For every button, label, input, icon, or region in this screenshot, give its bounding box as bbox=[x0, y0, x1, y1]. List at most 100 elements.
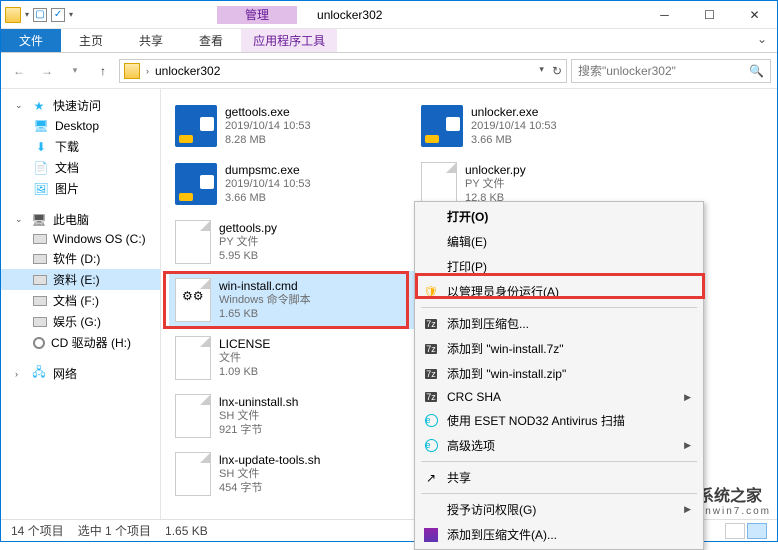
nav-label: 网络 bbox=[53, 365, 77, 382]
menu-separator bbox=[421, 461, 697, 462]
search-icon: 🔍 bbox=[749, 64, 764, 78]
menu-item[interactable]: 打开(O) bbox=[417, 204, 701, 229]
menu-item[interactable]: e使用 ESET NOD32 Antivirus 扫描 bbox=[417, 408, 701, 433]
address-chevron-icon[interactable]: › bbox=[146, 66, 149, 76]
view-details-button[interactable] bbox=[725, 523, 745, 539]
file-tab[interactable]: 文件 bbox=[1, 29, 61, 52]
menu-item-label: 高级选项 bbox=[447, 437, 495, 454]
star-icon: ★ bbox=[31, 98, 47, 114]
address-segment[interactable]: unlocker302 bbox=[155, 64, 220, 78]
file-item[interactable]: LICENSE 文件 1.09 KB bbox=[169, 329, 415, 387]
menu-item-label: 共享 bbox=[447, 469, 471, 486]
ribbon-expand-icon[interactable]: ⌄ bbox=[747, 29, 777, 52]
nav-documents[interactable]: 📄文档 bbox=[1, 157, 160, 178]
cd-icon bbox=[33, 337, 45, 349]
menu-item[interactable]: 7z添加到压缩包... bbox=[417, 311, 701, 336]
menu-item[interactable]: 打印(P) bbox=[417, 254, 701, 279]
address-dropdown-icon[interactable]: ▾ bbox=[539, 64, 544, 78]
expand-icon[interactable]: › bbox=[15, 369, 25, 379]
submenu-arrow-icon: ▶ bbox=[684, 504, 691, 515]
submenu-arrow-icon: ▶ bbox=[684, 440, 691, 451]
sevenzip-icon: 7z bbox=[423, 389, 439, 405]
file-detail: 2019/10/14 10:53 bbox=[225, 119, 311, 133]
tab-home[interactable]: 主页 bbox=[61, 29, 121, 52]
file-name: gettools.exe bbox=[225, 105, 311, 119]
nav-this-pc[interactable]: ⌄ 🖥 此电脑 bbox=[1, 209, 160, 230]
file-name: gettools.py bbox=[219, 221, 277, 235]
menu-item[interactable]: 7z添加到 "win-install.zip" bbox=[417, 361, 701, 386]
nav-label: 快速访问 bbox=[53, 97, 101, 114]
picture-icon: 🖼 bbox=[33, 181, 49, 197]
nav-drive[interactable]: 软件 (D:) bbox=[1, 248, 160, 269]
menu-item[interactable]: ↗共享 bbox=[417, 465, 701, 490]
titlebar: ▾ ▢ ✓ ▾ 管理 unlocker302 ─ ☐ ✕ bbox=[1, 1, 777, 29]
file-item[interactable]: lnx-uninstall.sh SH 文件 921 字节 bbox=[169, 387, 415, 445]
drive-icon bbox=[33, 296, 47, 306]
qat-newfolder-button[interactable]: ✓ bbox=[51, 8, 65, 22]
window-icon[interactable] bbox=[5, 7, 21, 23]
cmd-icon: ⚙⚙ bbox=[175, 278, 211, 322]
status-size: 1.65 KB bbox=[165, 524, 208, 538]
refresh-button[interactable]: ↻ bbox=[552, 64, 562, 78]
file-size: 8.28 MB bbox=[225, 133, 311, 147]
qat-customize-icon[interactable]: ▾ bbox=[69, 10, 73, 19]
close-button[interactable]: ✕ bbox=[732, 1, 777, 29]
view-large-icons-button[interactable] bbox=[747, 523, 767, 539]
expand-icon[interactable]: ⌄ bbox=[15, 214, 25, 225]
nav-drive[interactable]: Windows OS (C:) bbox=[1, 230, 160, 248]
file-icon bbox=[175, 336, 211, 380]
drive-icon bbox=[33, 234, 47, 244]
menu-item[interactable]: 7z添加到 "win-install.7z" bbox=[417, 336, 701, 361]
tab-view[interactable]: 查看 bbox=[181, 29, 241, 52]
maximize-button[interactable]: ☐ bbox=[687, 1, 732, 29]
menu-item[interactable]: 7zCRC SHA▶ bbox=[417, 386, 701, 408]
shield-icon: 🛡 bbox=[423, 284, 439, 300]
navigation-bar: ← → ▾ ↑ › unlocker302 ▾ ↻ 搜索"unlocker302… bbox=[1, 53, 777, 89]
recent-dropdown-icon[interactable]: ▾ bbox=[63, 59, 87, 83]
exe-icon bbox=[175, 105, 217, 147]
nav-drive[interactable]: 娱乐 (G:) bbox=[1, 311, 160, 332]
menu-item[interactable]: 授予访问权限(G)▶ bbox=[417, 497, 701, 522]
file-item[interactable]: dumpsmc.exe 2019/10/14 10:53 3.66 MB bbox=[169, 155, 415, 213]
minimize-button[interactable]: ─ bbox=[642, 1, 687, 29]
menu-item[interactable]: 🛡以管理员身份运行(A) bbox=[417, 279, 701, 304]
eset-icon: e bbox=[423, 413, 439, 429]
menu-item-label: 添加到压缩包... bbox=[447, 315, 529, 332]
file-item[interactable]: gettools.py PY 文件 5.95 KB bbox=[169, 213, 415, 271]
nav-drive[interactable]: 文档 (F:) bbox=[1, 290, 160, 311]
up-button[interactable]: ↑ bbox=[91, 59, 115, 83]
address-bar[interactable]: › unlocker302 ▾ ↻ bbox=[119, 59, 567, 83]
tab-share[interactable]: 共享 bbox=[121, 29, 181, 52]
nav-drive[interactable]: CD 驱动器 (H:) bbox=[1, 332, 160, 353]
file-name: lnx-update-tools.sh bbox=[219, 453, 320, 467]
file-item[interactable]: ⚙⚙ win-install.cmd Windows 命令脚本 1.65 KB bbox=[169, 271, 415, 329]
nav-network[interactable]: › 🖧 网络 bbox=[1, 363, 160, 384]
forward-button[interactable]: → bbox=[35, 59, 59, 83]
file-icon bbox=[175, 220, 211, 264]
file-item[interactable]: unlocker.exe 2019/10/14 10:53 3.66 MB bbox=[415, 97, 661, 155]
file-item[interactable]: gettools.exe 2019/10/14 10:53 8.28 MB bbox=[169, 97, 415, 155]
status-item-count: 14 个项目 bbox=[11, 522, 64, 539]
menu-item[interactable]: 编辑(E) bbox=[417, 229, 701, 254]
menu-separator bbox=[421, 493, 697, 494]
nav-downloads[interactable]: ⬇下载 bbox=[1, 136, 160, 157]
file-item[interactable]: lnx-update-tools.sh SH 文件 454 字节 bbox=[169, 445, 415, 503]
qat-properties-button[interactable]: ▢ bbox=[33, 8, 47, 22]
nav-desktop[interactable]: 🖥Desktop bbox=[1, 116, 160, 136]
nav-drive[interactable]: 资料 (E:) bbox=[1, 269, 160, 290]
back-button[interactable]: ← bbox=[7, 59, 31, 83]
file-icon bbox=[421, 162, 457, 206]
search-box[interactable]: 搜索"unlocker302" 🔍 bbox=[571, 59, 771, 83]
qat-dropdown-icon[interactable]: ▾ bbox=[25, 10, 29, 19]
nav-pictures[interactable]: 🖼图片 bbox=[1, 178, 160, 199]
file-detail: PY 文件 bbox=[465, 177, 526, 191]
ribbon-tabs: 文件 主页 共享 查看 应用程序工具 ⌄ bbox=[1, 29, 777, 53]
file-size: 1.09 KB bbox=[219, 365, 270, 379]
sevenzip-icon: 7z bbox=[423, 341, 439, 357]
expand-icon[interactable]: ⌄ bbox=[15, 100, 25, 111]
tab-app-tools[interactable]: 应用程序工具 bbox=[241, 29, 337, 52]
menu-item[interactable]: e高级选项▶ bbox=[417, 433, 701, 458]
menu-item[interactable]: 添加到压缩文件(A)... bbox=[417, 522, 701, 547]
document-icon: 📄 bbox=[33, 160, 49, 176]
nav-quick-access[interactable]: ⌄ ★ 快速访问 bbox=[1, 95, 160, 116]
